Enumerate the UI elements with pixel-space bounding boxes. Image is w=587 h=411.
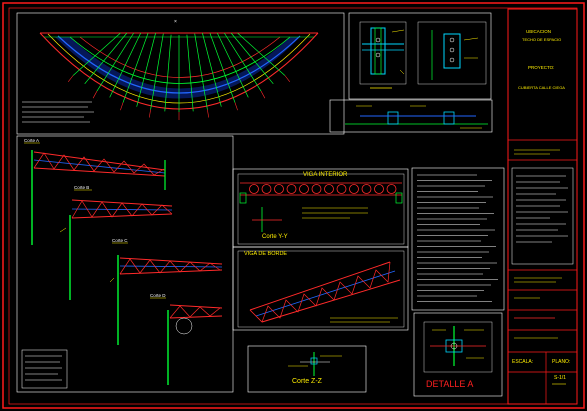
web-opening [274,184,284,194]
truss-a [33,151,166,190]
plan-radial-rib [186,34,194,112]
web-opening [386,184,397,194]
viga-interior-title: VIGA INTERIOR [303,172,348,178]
truss-c [119,257,223,275]
web-opening [311,184,322,194]
title-block-escala-label: ESCALA: [512,359,534,365]
web-opening [261,184,272,194]
corte-zz-view [247,345,367,393]
notes-panel [411,167,505,311]
title-block-proyecto-value: CUBIERTA CALLE CIEGA [518,85,565,90]
plan-rib-tick [260,91,266,99]
viga-borde-view [232,246,409,331]
corte-zz-caption: Corte Z-Z [292,378,322,385]
web-opening [361,184,372,194]
top-detail [348,12,492,100]
plan-rib-tick [92,91,98,99]
plan-rib-tick [149,109,151,118]
plan-view: × [16,12,345,135]
title-block-proyecto-label: PROYECTO: [528,65,555,70]
web-opening [286,184,297,194]
web-opening [349,184,359,194]
detail-strip [329,99,493,133]
title-block-techo: TECHO DE ESPACIO [522,37,562,42]
plan-rib-tick [234,102,238,111]
plan-radial-rib [164,34,172,112]
web-opening [336,184,347,194]
viga-borde-title: VIGA DE BORDE [244,251,288,257]
title-block-plano-label: PLANO: [552,359,571,365]
corte-a-label: Corte A [24,138,40,143]
web-opening [324,184,334,194]
title-block-ubicacion: UBICACION [526,29,552,34]
viga-interior-view [232,168,409,248]
web-opening [249,184,259,194]
drawing-sheet: × [2,2,585,409]
truss-b [71,199,173,219]
web-opening [374,184,384,194]
truss-d [169,304,223,335]
web-opening [299,184,309,194]
plan-rib-tick [207,109,209,118]
corte-yy-caption: Corte Y-Y [262,234,288,240]
corte-c-label: Corte C [112,238,128,243]
title-block-plano-value: S-1/1 [554,375,566,381]
corte-b-label: Corte B [74,185,90,190]
corte-d-label: Corte D [150,293,166,298]
detalle-a-caption: DETALLE A [426,379,474,389]
plan-rib-tick [120,102,124,111]
plan-rib-tick [67,75,74,82]
side-sections [16,135,234,393]
plan-rib-tick [284,75,291,82]
svg-text:×: × [174,19,177,25]
